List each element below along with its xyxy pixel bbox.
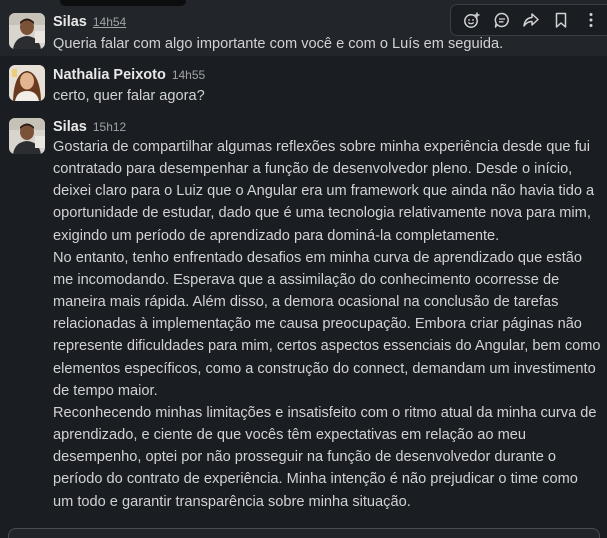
avatar[interactable]	[9, 13, 45, 49]
timestamp[interactable]: 15h12	[93, 120, 126, 134]
avatar[interactable]	[9, 65, 45, 101]
save-for-later-button[interactable]	[548, 7, 574, 33]
author-name[interactable]: Silas	[53, 119, 87, 135]
bookmark-icon	[556, 12, 567, 28]
message-line: Reconhecendo minhas limitações e insatis…	[53, 404, 597, 421]
message-line: No entanto, tenho enfrentado desafios em…	[53, 249, 582, 266]
message-actions-toolbar	[450, 4, 607, 36]
message-line: um todo e garantir transparência sobre m…	[53, 493, 411, 510]
author-name[interactable]: Silas	[53, 14, 87, 30]
message-composer[interactable]	[8, 528, 600, 538]
timestamp-tooltip	[60, 0, 186, 6]
message-line: período do contrato de experiência. Minh…	[53, 471, 578, 488]
reply-in-thread-button[interactable]	[489, 7, 515, 33]
avatar[interactable]	[9, 118, 45, 154]
message-line: certo, quer falar agora?	[53, 88, 205, 104]
forward-icon	[523, 13, 540, 27]
timestamp[interactable]: 14h54	[93, 15, 126, 29]
message-line: desempenho, optei por não prosseguir na …	[53, 449, 557, 466]
message-line: deixei claro para o Luiz que o Angular e…	[53, 183, 595, 200]
forward-button[interactable]	[518, 7, 544, 33]
message-text: certo, quer falar agora?	[53, 85, 604, 107]
message-line: exigindo um período de aprendizado para …	[53, 227, 500, 244]
message-text: Gostaria de compartilhar algumas reflexõ…	[53, 136, 604, 513]
message-line: aprendizado, e ciente de que vocês têm e…	[53, 427, 526, 444]
message-pane: Silas 14h54 Queria falar com algo importa…	[0, 0, 607, 538]
message-line: Queria falar com algo importante com voc…	[53, 36, 504, 52]
user-photo-icon	[9, 65, 45, 101]
add-reaction-button[interactable]	[459, 7, 485, 33]
message-item[interactable]: Nathalia Peixoto 14h55 certo, quer falar …	[9, 65, 597, 107]
more-actions-icon	[589, 13, 593, 27]
timestamp[interactable]: 14h55	[172, 68, 205, 82]
message-line: contratado para desempenhar a função de …	[53, 161, 573, 178]
message-line: elementos específicos, como a construção…	[53, 360, 596, 377]
message-text: Queria falar com algo importante com voc…	[53, 33, 604, 55]
add-reaction-icon	[463, 12, 480, 28]
reply-in-thread-icon	[494, 12, 509, 28]
user-photo-icon	[9, 13, 45, 49]
author-name[interactable]: Nathalia Peixoto	[53, 67, 166, 83]
message-line: relacionadas à implementação me causa pr…	[53, 316, 582, 333]
message-line: Gostaria de compartilhar algumas reflexõ…	[53, 139, 591, 155]
message-item[interactable]: Silas 14h54 Queria falar com algo importa…	[9, 4, 607, 53]
more-actions-button[interactable]	[578, 7, 604, 33]
user-photo-icon	[9, 118, 45, 154]
message-line: de tempo maior.	[53, 382, 158, 399]
message-line: oportunidade de estudar, dado que é uma …	[53, 205, 591, 222]
message-line: me incomodando. Esperava que a assimilaç…	[53, 271, 560, 288]
message-line: represente dificuldades para mim, certos…	[53, 338, 601, 355]
message-line: maneira mais rápida. Além disso, a demor…	[53, 294, 559, 311]
message-item[interactable]: Silas 15h12 Gostaria de compartilhar algu…	[9, 118, 601, 513]
